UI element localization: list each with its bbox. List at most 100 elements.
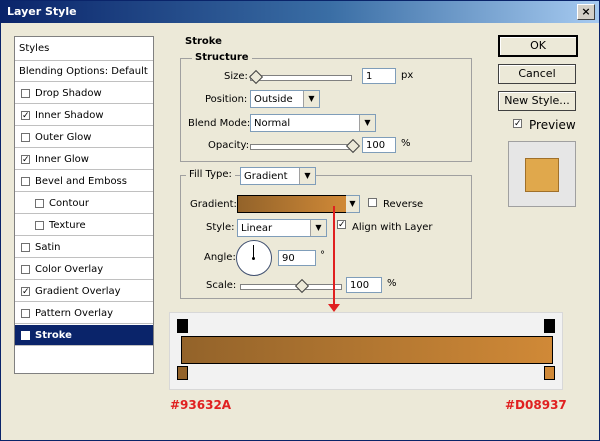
preview-checkbox[interactable]: ✓ — [513, 119, 522, 129]
style-select[interactable]: Linear ▼ — [237, 219, 327, 237]
style-item-label: Satin — [35, 242, 61, 253]
scale-label: Scale: — [206, 280, 237, 291]
styles-header[interactable]: Styles — [15, 37, 153, 61]
fill-type-select[interactable]: Gradient ▼ — [240, 167, 316, 185]
style-item-label: Drop Shadow — [35, 88, 102, 99]
opacity-field[interactable]: 100 — [362, 137, 396, 153]
fill-type-label: Fill Type: — [186, 169, 235, 180]
fill-type-value: Gradient — [244, 171, 288, 182]
style-item-checkbox[interactable] — [21, 309, 30, 318]
close-button[interactable]: × — [577, 4, 595, 20]
angle-dial-center — [252, 257, 255, 260]
preview-swatch-sample — [525, 158, 559, 192]
position-select[interactable]: Outside ▼ — [250, 90, 320, 108]
structure-title: Structure — [192, 52, 252, 63]
align-with-layer-checkbox[interactable]: ✓ — [337, 220, 346, 230]
opacity-slider[interactable] — [250, 144, 356, 150]
blend-mode-value: Normal — [254, 118, 291, 129]
style-item-inner-shadow[interactable]: ✓ Inner Shadow — [15, 105, 153, 126]
gradient-dropdown[interactable]: ▼ — [346, 195, 360, 213]
style-value: Linear — [241, 223, 273, 234]
reverse-label: Reverse — [383, 199, 424, 210]
color-stop-right[interactable] — [544, 366, 555, 380]
style-item-color-overlay[interactable]: Color Overlay — [15, 259, 153, 280]
chevron-down-icon: ▼ — [359, 115, 375, 131]
position-label: Position: — [205, 94, 248, 105]
style-item-label: Color Overlay — [35, 264, 104, 275]
cancel-button[interactable]: Cancel — [498, 64, 576, 84]
position-value: Outside — [254, 94, 293, 105]
start-color-hex: #93632A — [170, 398, 232, 412]
gradient-bar[interactable] — [181, 336, 553, 364]
preview-swatch — [508, 141, 576, 207]
window-title: Layer Style — [7, 5, 77, 18]
reverse-checkbox[interactable] — [368, 198, 377, 207]
style-item-label: Outer Glow — [35, 132, 92, 143]
style-item-label: Blending Options: Default — [19, 66, 148, 77]
style-item-checkbox[interactable] — [21, 243, 30, 252]
angle-value: 90 — [282, 253, 295, 264]
styles-list: Styles Blending Options: Default Drop Sha… — [14, 36, 154, 374]
scale-value: 100 — [350, 280, 370, 291]
angle-dial[interactable] — [236, 240, 272, 276]
scale-slider[interactable] — [240, 284, 342, 290]
opacity-unit: % — [401, 138, 411, 149]
style-item-gradient-overlay[interactable]: ✓ Gradient Overlay — [15, 281, 153, 302]
angle-label: Angle: — [204, 252, 236, 263]
style-item-checkbox[interactable] — [21, 89, 30, 98]
style-item-label: Stroke — [35, 330, 72, 341]
styles-header-label: Styles — [19, 43, 50, 54]
opacity-label: Opacity: — [208, 140, 250, 151]
color-stop-left[interactable] — [177, 366, 188, 380]
chevron-down-icon: ▼ — [346, 196, 359, 212]
style-item-checkbox[interactable] — [21, 177, 30, 186]
size-field[interactable]: 1 — [362, 68, 396, 84]
style-item-checkbox[interactable] — [21, 133, 30, 142]
style-label: Style: — [206, 222, 235, 233]
annotation-arrow-head — [328, 304, 340, 312]
chevron-down-icon: ▼ — [299, 168, 315, 184]
style-item-satin[interactable]: Satin — [15, 237, 153, 258]
chevron-down-icon: ▼ — [310, 220, 326, 236]
style-item-checkbox[interactable]: ✓ — [21, 331, 30, 341]
ok-button[interactable]: OK — [498, 35, 578, 57]
angle-field[interactable]: 90 — [278, 250, 316, 266]
style-item-checkbox[interactable] — [21, 265, 30, 274]
style-item-blending-options-default[interactable]: Blending Options: Default — [15, 61, 153, 82]
style-item-texture[interactable]: Texture — [15, 215, 153, 236]
end-color-hex: #D08937 — [505, 398, 567, 412]
align-with-layer-label: Align with Layer — [352, 222, 433, 233]
new-style-button[interactable]: New Style... — [498, 91, 576, 111]
style-item-label: Pattern Overlay — [35, 308, 114, 319]
opacity-stop-right[interactable] — [544, 319, 555, 333]
style-item-outer-glow[interactable]: Outer Glow — [15, 127, 153, 148]
style-item-checkbox[interactable]: ✓ — [21, 111, 30, 121]
style-item-checkbox[interactable] — [35, 221, 44, 230]
style-item-label: Inner Glow — [35, 154, 89, 165]
style-item-label: Bevel and Emboss — [35, 176, 127, 187]
chevron-down-icon: ▼ — [303, 91, 319, 107]
opacity-stop-left[interactable] — [177, 319, 188, 333]
style-item-bevel-and-emboss[interactable]: Bevel and Emboss — [15, 171, 153, 192]
scale-field[interactable]: 100 — [346, 277, 382, 293]
style-item-stroke[interactable]: ✓ Stroke — [15, 325, 153, 346]
style-item-checkbox[interactable]: ✓ — [21, 287, 30, 297]
size-value: 1 — [366, 71, 373, 82]
style-item-label: Contour — [49, 198, 89, 209]
size-label: Size: — [224, 71, 248, 82]
preview-label: Preview — [529, 118, 576, 132]
style-item-checkbox[interactable]: ✓ — [21, 155, 30, 165]
style-item-label: Gradient Overlay — [35, 286, 121, 297]
style-item-pattern-overlay[interactable]: Pattern Overlay — [15, 303, 153, 324]
style-item-label: Texture — [49, 220, 86, 231]
blend-mode-select[interactable]: Normal ▼ — [250, 114, 376, 132]
style-item-inner-glow[interactable]: ✓ Inner Glow — [15, 149, 153, 170]
annotation-arrow-line — [333, 206, 335, 306]
stroke-title: Stroke — [182, 36, 225, 47]
gradient-picker[interactable] — [237, 195, 347, 213]
style-item-drop-shadow[interactable]: Drop Shadow — [15, 83, 153, 104]
style-item-checkbox[interactable] — [35, 199, 44, 208]
gradient-label: Gradient: — [190, 199, 237, 210]
size-slider[interactable] — [250, 75, 352, 81]
style-item-contour[interactable]: Contour — [15, 193, 153, 214]
